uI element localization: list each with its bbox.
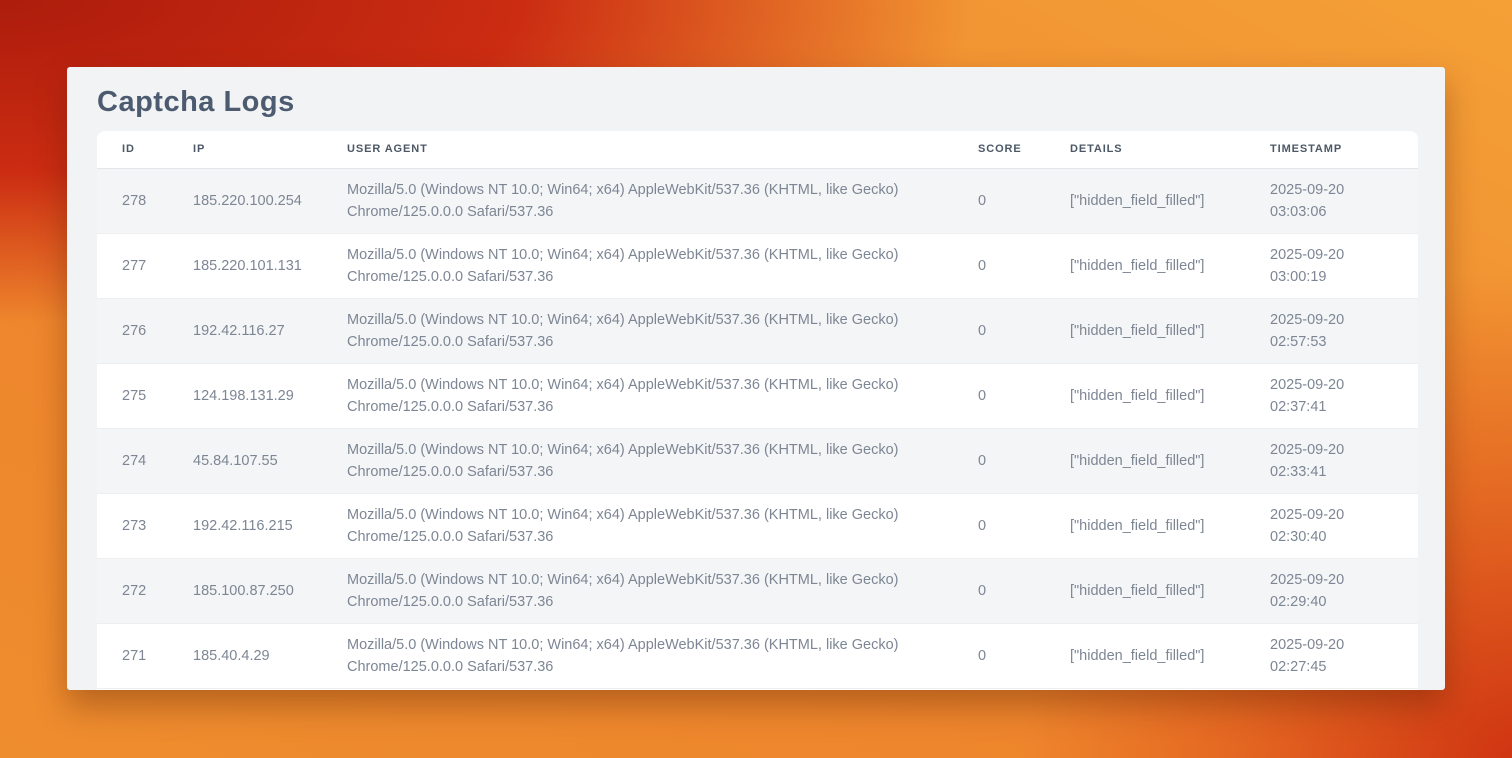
cell-id: 272 (97, 558, 168, 623)
cell-id: 273 (97, 493, 168, 558)
column-header-user_agent: USER AGENT (322, 131, 953, 168)
cell-details: ["hidden_field_filled"] (1045, 298, 1245, 363)
cell-id: 277 (97, 233, 168, 298)
table-row: 272185.100.87.250Mozilla/5.0 (Windows NT… (97, 558, 1418, 623)
cell-details: ["hidden_field_filled"] (1045, 623, 1245, 688)
table-row: 27445.84.107.55Mozilla/5.0 (Windows NT 1… (97, 428, 1418, 493)
cell-details: ["hidden_field_filled"] (1045, 233, 1245, 298)
cell-details: ["hidden_field_filled"] (1045, 168, 1245, 233)
cell-ip: 124.198.131.29 (168, 363, 322, 428)
cell-score: 0 (953, 493, 1045, 558)
table-body: 278185.220.100.254Mozilla/5.0 (Windows N… (97, 168, 1418, 688)
cell-user_agent: Mozilla/5.0 (Windows NT 10.0; Win64; x64… (322, 428, 953, 493)
cell-score: 0 (953, 168, 1045, 233)
table-header-row: IDIPUSER AGENTSCOREDETAILSTIMESTAMP (97, 131, 1418, 168)
cell-score: 0 (953, 363, 1045, 428)
column-header-id: ID (97, 131, 168, 168)
cell-timestamp: 2025-09-20 02:30:40 (1245, 493, 1418, 558)
cell-ip: 185.220.101.131 (168, 233, 322, 298)
cell-id: 275 (97, 363, 168, 428)
column-header-timestamp: TIMESTAMP (1245, 131, 1418, 168)
cell-timestamp: 2025-09-20 03:00:19 (1245, 233, 1418, 298)
logs-table: IDIPUSER AGENTSCOREDETAILSTIMESTAMP 2781… (97, 131, 1418, 689)
table-row: 273192.42.116.215Mozilla/5.0 (Windows NT… (97, 493, 1418, 558)
cell-ip: 185.220.100.254 (168, 168, 322, 233)
cell-details: ["hidden_field_filled"] (1045, 428, 1245, 493)
cell-details: ["hidden_field_filled"] (1045, 493, 1245, 558)
cell-details: ["hidden_field_filled"] (1045, 363, 1245, 428)
cell-ip: 45.84.107.55 (168, 428, 322, 493)
cell-timestamp: 2025-09-20 02:29:40 (1245, 558, 1418, 623)
table-row: 276192.42.116.27Mozilla/5.0 (Windows NT … (97, 298, 1418, 363)
cell-timestamp: 2025-09-20 02:33:41 (1245, 428, 1418, 493)
cell-timestamp: 2025-09-20 02:37:41 (1245, 363, 1418, 428)
table-row: 275124.198.131.29Mozilla/5.0 (Windows NT… (97, 363, 1418, 428)
cell-details: ["hidden_field_filled"] (1045, 558, 1245, 623)
page-title: Captcha Logs (97, 83, 1445, 121)
cell-id: 271 (97, 623, 168, 688)
cell-user_agent: Mozilla/5.0 (Windows NT 10.0; Win64; x64… (322, 623, 953, 688)
cell-timestamp: 2025-09-20 02:27:45 (1245, 623, 1418, 688)
cell-score: 0 (953, 233, 1045, 298)
column-header-details: DETAILS (1045, 131, 1245, 168)
captcha-logs-card: Captcha Logs IDIPUSER AGENTSCOREDETAILST… (67, 67, 1445, 690)
cell-score: 0 (953, 428, 1045, 493)
cell-user_agent: Mozilla/5.0 (Windows NT 10.0; Win64; x64… (322, 233, 953, 298)
table-row: 277185.220.101.131Mozilla/5.0 (Windows N… (97, 233, 1418, 298)
cell-user_agent: Mozilla/5.0 (Windows NT 10.0; Win64; x64… (322, 363, 953, 428)
cell-timestamp: 2025-09-20 02:57:53 (1245, 298, 1418, 363)
column-header-ip: IP (168, 131, 322, 168)
cell-ip: 192.42.116.27 (168, 298, 322, 363)
cell-score: 0 (953, 623, 1045, 688)
cell-timestamp: 2025-09-20 03:03:06 (1245, 168, 1418, 233)
logs-table-container: IDIPUSER AGENTSCOREDETAILSTIMESTAMP 2781… (97, 131, 1418, 690)
cell-user_agent: Mozilla/5.0 (Windows NT 10.0; Win64; x64… (322, 558, 953, 623)
cell-user_agent: Mozilla/5.0 (Windows NT 10.0; Win64; x64… (322, 298, 953, 363)
cell-ip: 185.40.4.29 (168, 623, 322, 688)
table-row: 278185.220.100.254Mozilla/5.0 (Windows N… (97, 168, 1418, 233)
cell-id: 276 (97, 298, 168, 363)
cell-ip: 185.100.87.250 (168, 558, 322, 623)
cell-score: 0 (953, 558, 1045, 623)
cell-id: 274 (97, 428, 168, 493)
column-header-score: SCORE (953, 131, 1045, 168)
cell-user_agent: Mozilla/5.0 (Windows NT 10.0; Win64; x64… (322, 493, 953, 558)
cell-ip: 192.42.116.215 (168, 493, 322, 558)
table-row: 271185.40.4.29Mozilla/5.0 (Windows NT 10… (97, 623, 1418, 688)
cell-score: 0 (953, 298, 1045, 363)
cell-user_agent: Mozilla/5.0 (Windows NT 10.0; Win64; x64… (322, 168, 953, 233)
cell-id: 278 (97, 168, 168, 233)
